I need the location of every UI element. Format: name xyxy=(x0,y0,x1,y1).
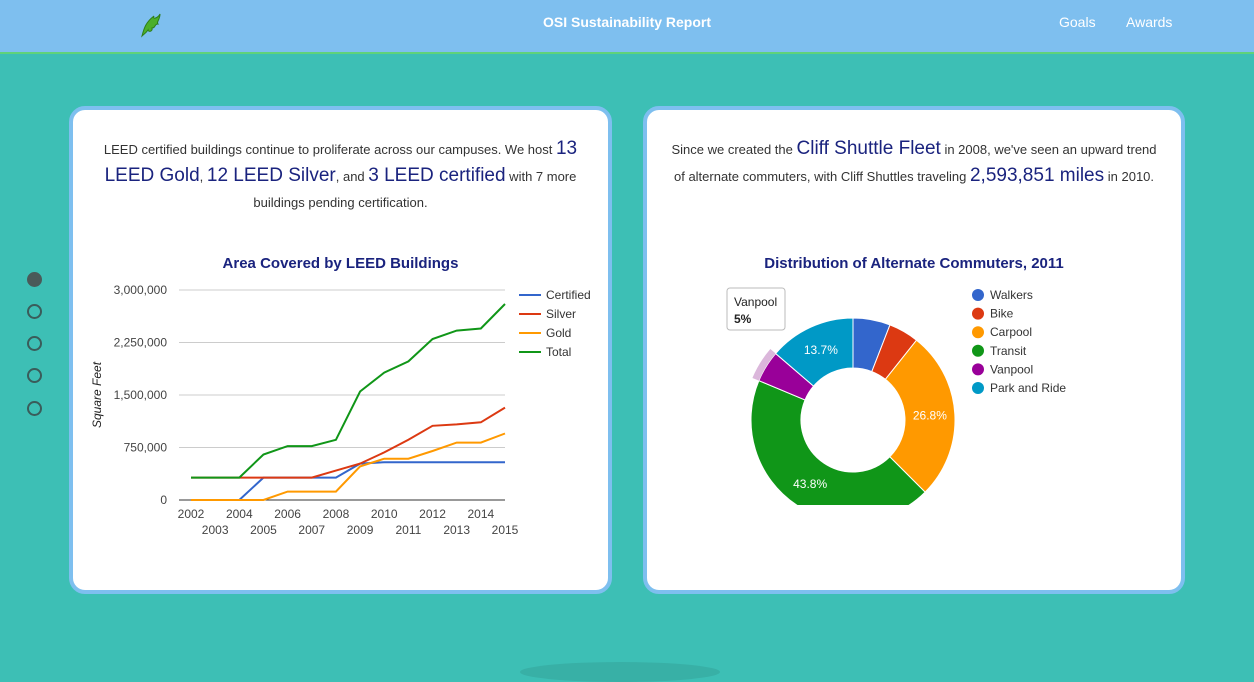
x-tick-label: 2015 xyxy=(492,523,519,537)
x-tick-label: 2002 xyxy=(178,507,205,521)
y-axis-label: Square Feet xyxy=(90,361,104,428)
legend-label: Silver xyxy=(546,307,576,321)
legend-label: Walkers xyxy=(990,288,1033,302)
slice-value-label: 13.7% xyxy=(804,343,838,357)
legend-label: Carpool xyxy=(990,325,1032,339)
x-tick-label: 2008 xyxy=(323,507,350,521)
x-tick-label: 2005 xyxy=(250,523,277,537)
x-tick-label: 2009 xyxy=(347,523,374,537)
leed-area-line-chart: 0 750,000 1,500,000 2,250,000 3,000,000 Squar… xyxy=(90,283,591,537)
commuters-intro-text: Since we created the Cliff Shuttle Fleet… xyxy=(671,138,1157,186)
x-tick-label: 2013 xyxy=(443,523,470,537)
legend-dot xyxy=(972,307,984,320)
y-tick-label: 3,000,000 xyxy=(114,283,168,297)
page-shadow xyxy=(520,662,720,682)
tooltip-value: 5% xyxy=(734,312,752,326)
top-navbar: OSI Sustainability Report Goals Awards xyxy=(0,0,1254,54)
leed-silver-count: 12 LEED Silver xyxy=(206,165,336,186)
x-tick-label: 2011 xyxy=(395,523,421,537)
x-tick-label: 2012 xyxy=(419,507,446,521)
nav-awards-link[interactable]: Awards xyxy=(1126,14,1172,30)
donut-slice-transit xyxy=(750,380,926,505)
legend-label: Gold xyxy=(546,326,571,340)
legend-label: Bike xyxy=(990,307,1014,321)
commuters-donut-chart: 26.8% 43.8% 13.7% Vanpool 5% Walkers Bike Carpo… xyxy=(726,287,1066,505)
tooltip-label: Vanpool xyxy=(734,295,777,309)
line-series-total xyxy=(191,303,506,479)
slice-value-label: 43.8% xyxy=(793,477,827,491)
leed-certified-count: 3 LEED certified xyxy=(368,165,506,186)
nav-goals-link[interactable]: Goals xyxy=(1059,14,1096,30)
legend-dot xyxy=(972,344,984,357)
y-tick-label: 750,000 xyxy=(124,441,168,455)
legend-label: Certified xyxy=(546,288,591,302)
slice-value-label: 26.8% xyxy=(913,409,947,423)
x-tick-label: 2007 xyxy=(298,523,325,537)
shuttle-miles: 2,593,851 miles xyxy=(969,165,1105,186)
x-tick-label: 2004 xyxy=(226,507,253,521)
y-tick-label: 1,500,000 xyxy=(114,388,168,402)
x-tick-label: 2003 xyxy=(202,523,229,537)
donut-chart-title: Distribution of Alternate Commuters, 201… xyxy=(764,255,1064,272)
slide-dot-4[interactable] xyxy=(27,368,42,383)
legend-label: Transit xyxy=(990,344,1027,358)
slide-dot-3[interactable] xyxy=(27,336,42,351)
legend-dot xyxy=(972,382,984,394)
y-tick-label: 0 xyxy=(160,493,167,507)
x-tick-label: 2006 xyxy=(274,507,301,521)
legend-label: Park and Ride xyxy=(990,381,1066,395)
x-tick-label: 2014 xyxy=(467,507,494,521)
legend-dot xyxy=(972,289,984,301)
slide-dot-2[interactable] xyxy=(27,304,42,319)
x-tick-label: 2010 xyxy=(371,507,398,521)
leed-intro-text: LEED certified buildings continue to pro… xyxy=(103,138,578,210)
commuters-card: Since we created the Cliff Shuttle Fleet… xyxy=(643,106,1185,594)
y-tick-label: 2,250,000 xyxy=(114,336,168,350)
slide-dot-5[interactable] xyxy=(27,401,42,416)
legend-label: Total xyxy=(546,345,571,359)
legend-dot xyxy=(972,326,984,339)
cliff-shuttle-fleet: Cliff Shuttle Fleet xyxy=(796,138,941,159)
slide-dot-1[interactable] xyxy=(27,272,42,287)
legend-dot xyxy=(972,363,984,376)
legend-label: Vanpool xyxy=(990,362,1033,376)
leed-card: LEED certified buildings continue to pro… xyxy=(69,106,612,594)
